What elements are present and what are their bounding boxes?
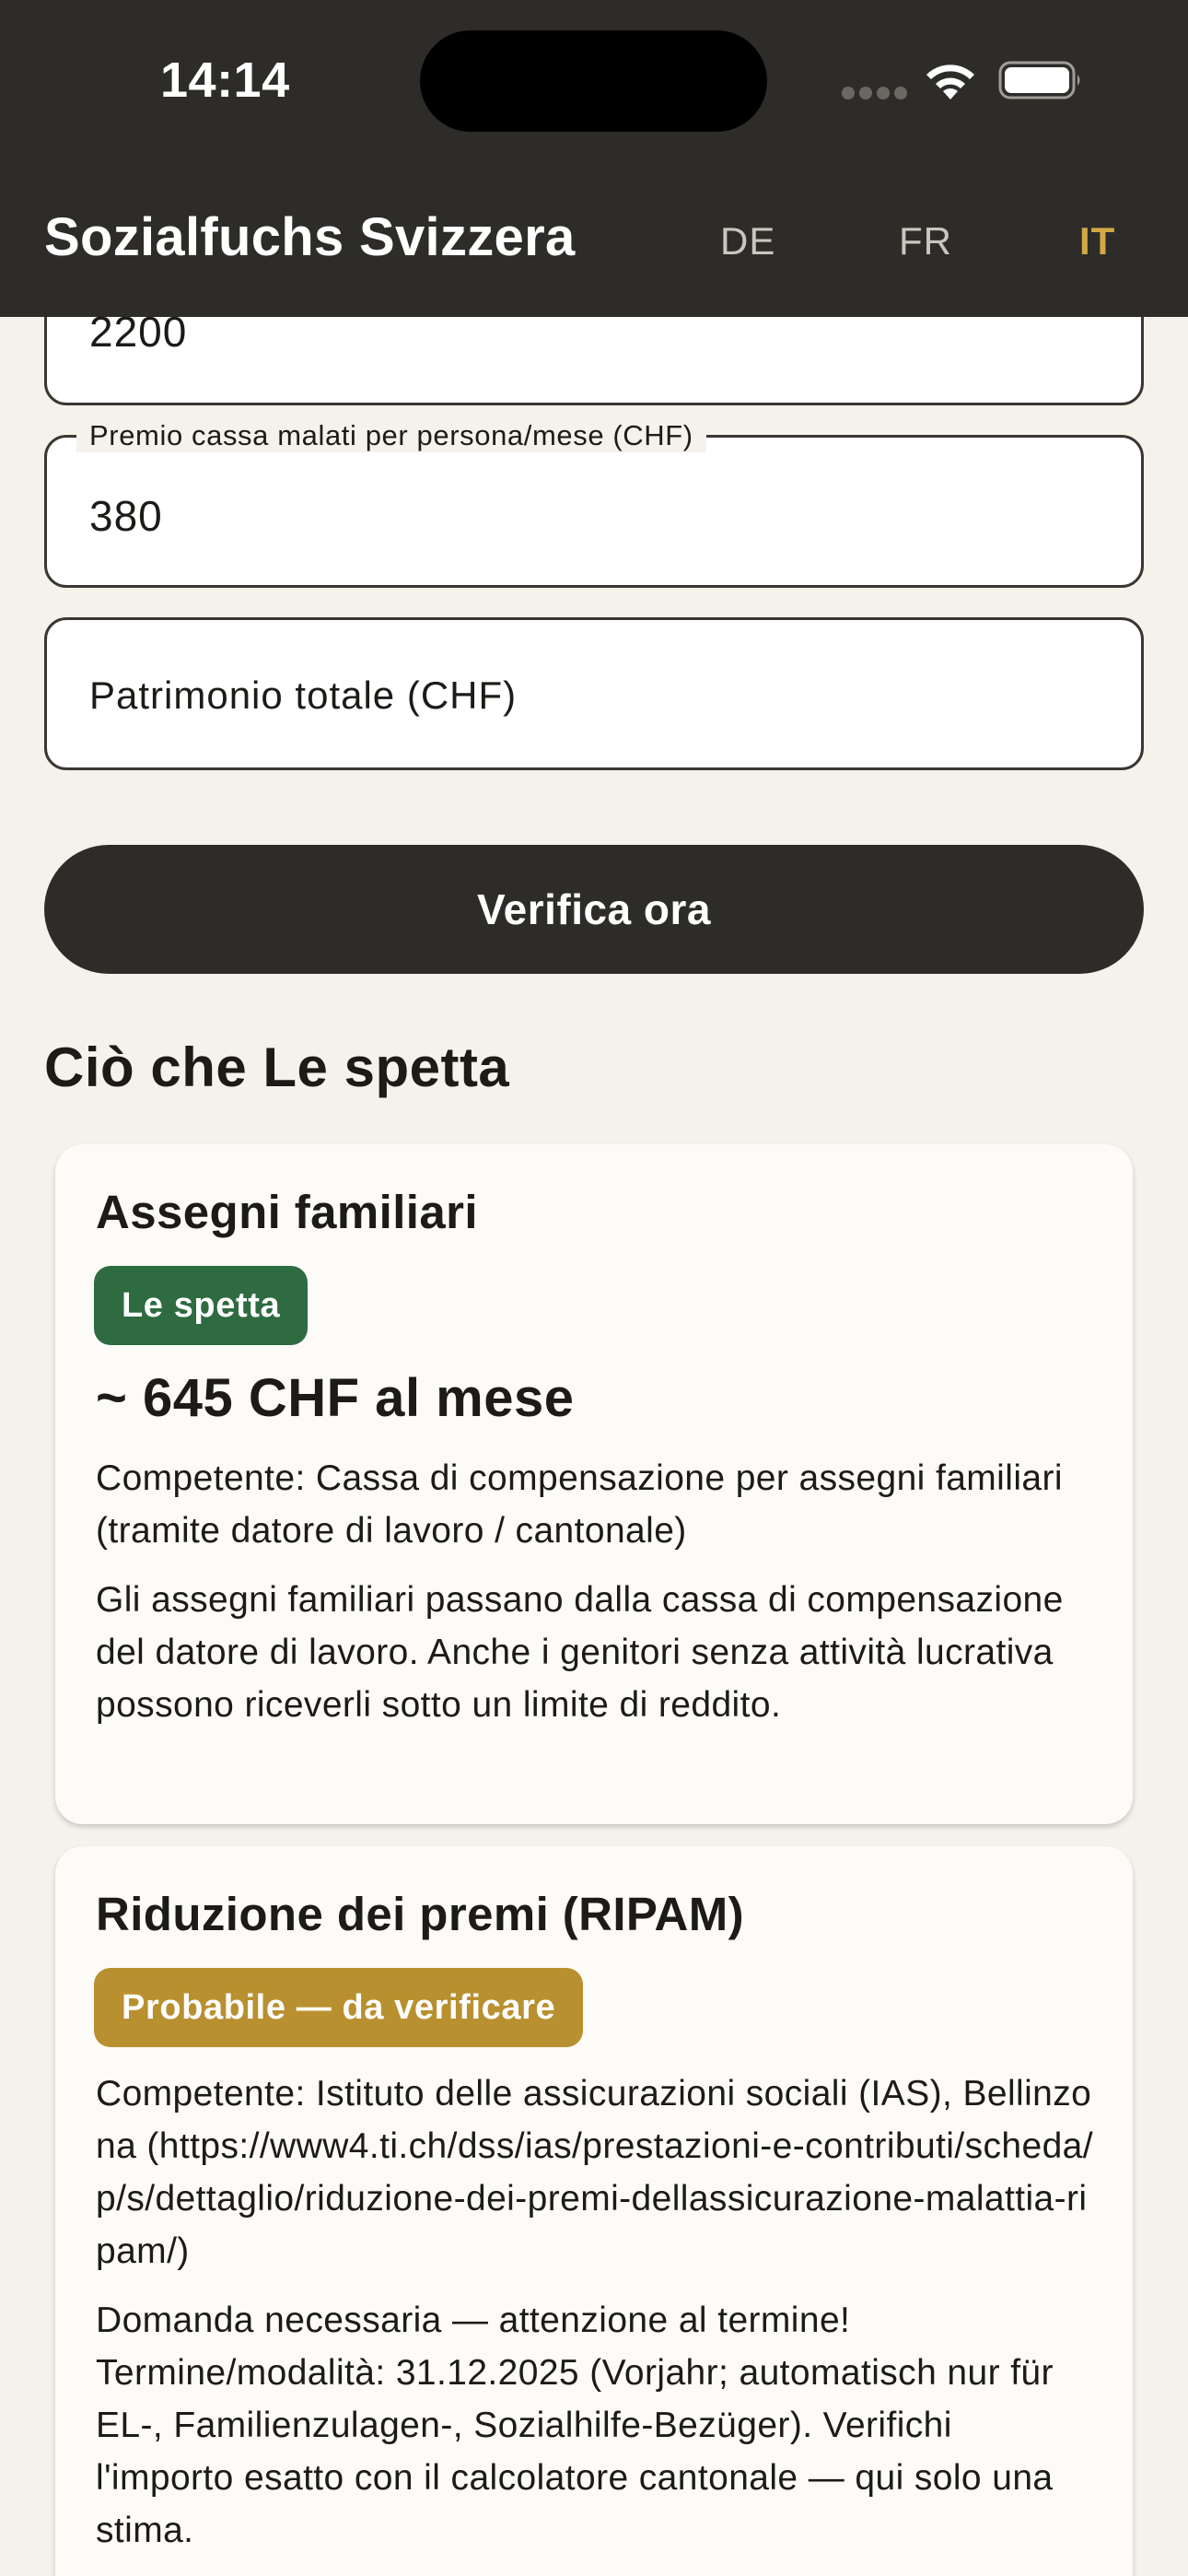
premium-field-label: Premio cassa malati per persona/mese (CH… [76, 419, 706, 452]
app-title: Sozialfuchs Svizzera [44, 207, 576, 267]
card-title: Assegni familiari [96, 1186, 478, 1238]
language-it-button[interactable]: IT [1079, 219, 1115, 263]
competent-authority: Competente: Cassa di compensazione per a… [96, 1458, 1063, 1551]
wifi-icon [926, 64, 974, 100]
card-title: Riduzione dei premi (RIPAM) [96, 1888, 745, 1940]
premium-field-value: 380 [89, 492, 163, 540]
battery-icon [998, 61, 1080, 100]
benefit-description: Domanda necessaria — attenzione al termi… [96, 2301, 1054, 2550]
cellular-signal-icon [842, 87, 907, 100]
competent-authority: Competente: Istituto delle assicurazioni… [96, 2074, 1093, 2271]
benefit-description: Gli assegni familiari passano dalla cass… [96, 1580, 1064, 1725]
verify-button[interactable]: Verifica ora [44, 845, 1144, 974]
dynamic-island [420, 30, 767, 132]
results-title: Ciò che Le spetta [44, 1036, 510, 1098]
assets-field[interactable]: Patrimonio totale (CHF) [44, 617, 1144, 770]
assets-field-placeholder: Patrimonio totale (CHF) [89, 673, 518, 717]
benefit-card-family-allowance: Assegni familiari Le spetta ~ 645 CHF al… [55, 1144, 1133, 1824]
premium-field[interactable]: Premio cassa malati per persona/mese (CH… [44, 419, 1144, 588]
status-badge: Probabile — da verificare [94, 1968, 584, 2047]
benefit-amount: ~ 645 CHF al mese [96, 1368, 575, 1428]
language-de-button[interactable]: DE [720, 219, 775, 263]
benefit-card-premium-reduction: Riduzione dei premi (RIPAM) Probabile — … [55, 1846, 1133, 2576]
app-header: 14:14 Sozialfuchs Svizzera DE FR IT [0, 0, 1188, 317]
status-badge: Le spetta [94, 1266, 309, 1345]
language-fr-button[interactable]: FR [899, 219, 952, 263]
status-time: 14:14 [160, 53, 290, 108]
